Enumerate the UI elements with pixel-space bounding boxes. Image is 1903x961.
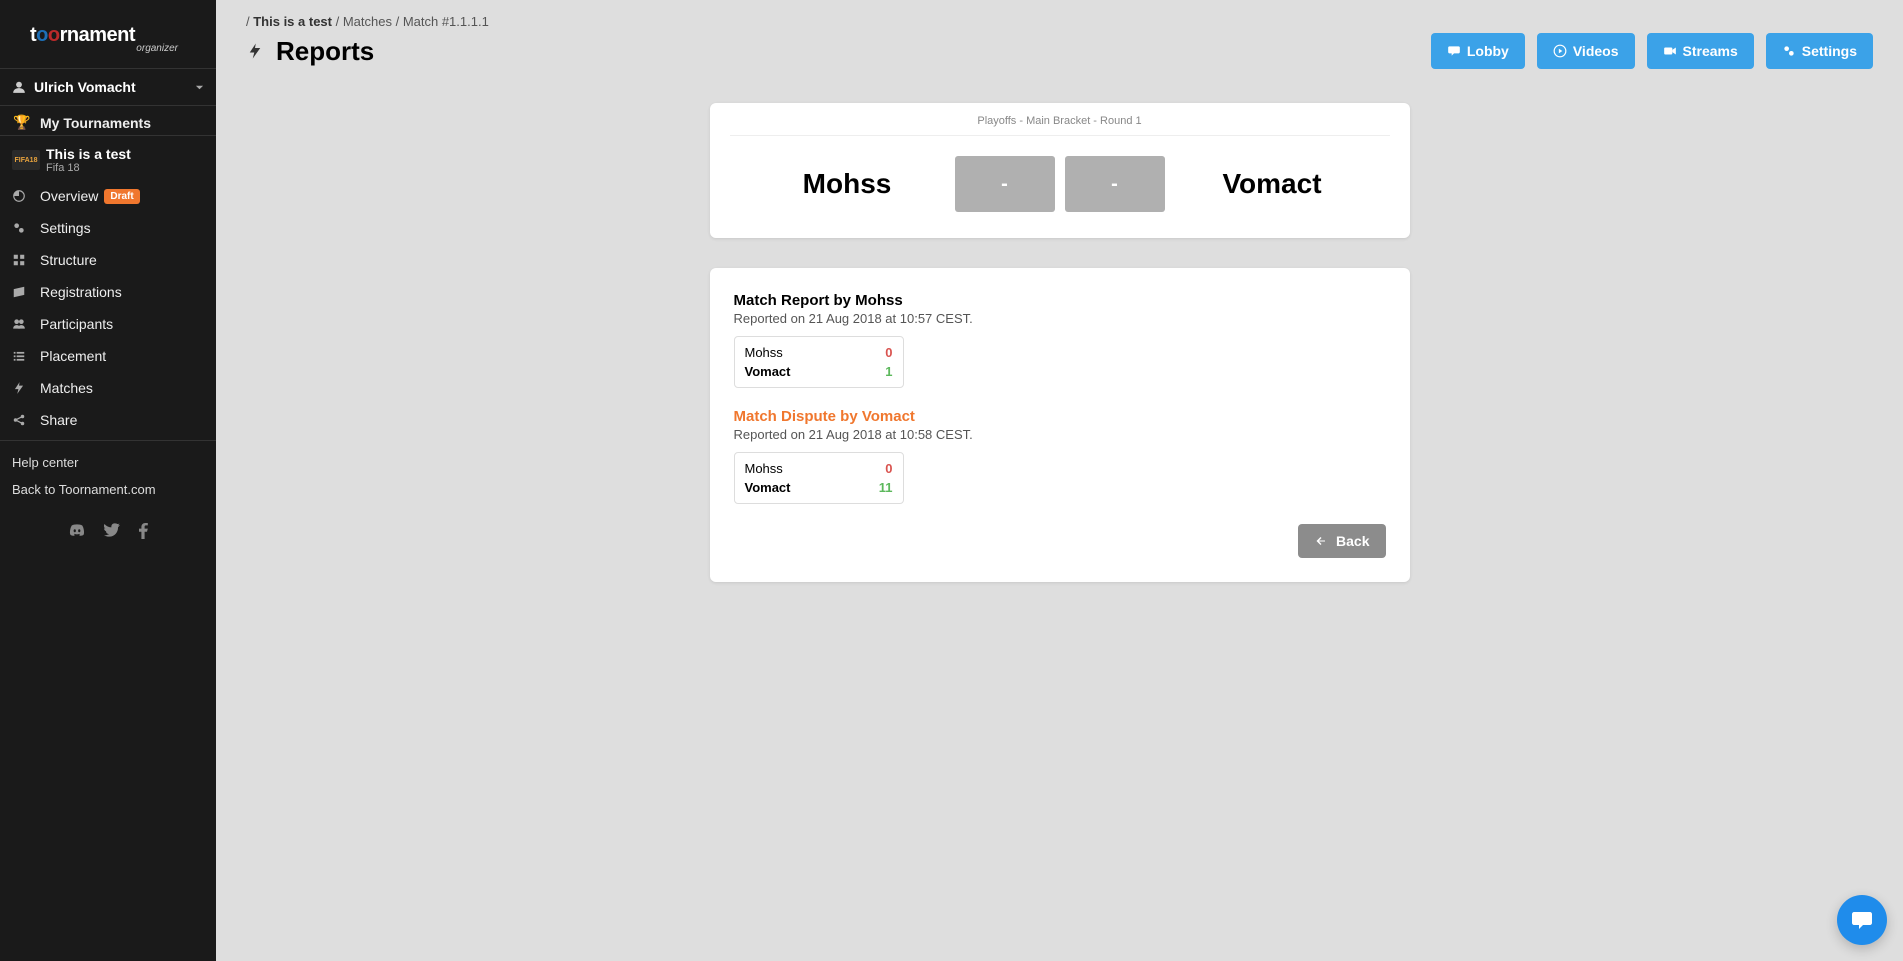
page-header: / This is a test / Matches / Match #1.1.… (216, 0, 1903, 83)
gears-icon (1782, 44, 1796, 58)
player-score: 1 (885, 364, 892, 379)
nav-label: Settings (40, 220, 91, 236)
score-table: Mohss 0 Vomact 1 (734, 336, 904, 388)
round-label: Playoffs - Main Bracket - Round 1 (730, 115, 1390, 136)
chat-icon (1447, 44, 1461, 58)
tournament-item[interactable]: FIFA18 This is a test Fifa 18 (0, 140, 216, 180)
match-card: Playoffs - Main Bracket - Round 1 Mohss … (710, 103, 1410, 238)
list-icon (12, 349, 32, 363)
score-row: Vomact 1 (745, 362, 893, 381)
report-timestamp: Reported on 21 Aug 2018 at 10:58 CEST. (734, 427, 1386, 442)
player-score: 11 (879, 480, 893, 495)
nav-settings[interactable]: Settings (0, 212, 216, 244)
player-name: Vomact (745, 480, 791, 495)
breadcrumb-section[interactable]: Matches (343, 14, 392, 29)
team1-name: Mohss (750, 168, 945, 200)
logo[interactable]: toornament organizer (0, 0, 216, 68)
sidebar: toornament organizer Ulrich Vomacht 🏆 My… (0, 0, 216, 961)
score-table: Mohss 0 Vomact 11 (734, 452, 904, 504)
breadcrumb-match[interactable]: Match #1.1.1.1 (403, 14, 489, 29)
nav-label: My Tournaments (40, 115, 151, 131)
nav-share[interactable]: Share (0, 404, 216, 436)
lobby-button[interactable]: Lobby (1431, 33, 1525, 69)
player-name: Vomact (745, 364, 791, 379)
button-label: Videos (1573, 43, 1619, 59)
play-icon (1553, 44, 1567, 58)
nav-label: Participants (40, 316, 113, 332)
twitter-icon[interactable] (104, 523, 120, 539)
user-icon (12, 80, 26, 94)
team1-score: - (955, 156, 1055, 212)
gears-icon (12, 221, 32, 235)
trophy-icon: 🏆 (12, 114, 32, 131)
share-icon (12, 413, 32, 427)
nav-label: Share (40, 412, 77, 428)
game-icon: FIFA18 (12, 150, 40, 170)
draft-badge: Draft (104, 189, 139, 204)
action-buttons: Lobby Videos Streams Settings (1431, 33, 1873, 69)
dispute-block: Match Dispute by Vomact Reported on 21 A… (734, 408, 1386, 504)
arrow-left-icon (1314, 535, 1328, 547)
bolt-icon (12, 381, 32, 395)
button-label: Streams (1683, 43, 1738, 59)
report-timestamp: Reported on 21 Aug 2018 at 10:57 CEST. (734, 311, 1386, 326)
score-row: Mohss 0 (745, 343, 893, 362)
nav-structure[interactable]: Structure (0, 244, 216, 276)
tournament-title: This is a test (46, 146, 131, 162)
breadcrumb-tournament[interactable]: This is a test (253, 14, 332, 29)
nav-my-tournaments[interactable]: 🏆 My Tournaments (0, 106, 216, 136)
videos-button[interactable]: Videos (1537, 33, 1635, 69)
page-title-text: Reports (276, 36, 374, 67)
button-label: Settings (1802, 43, 1857, 59)
ticket-icon (12, 285, 32, 299)
nav-placement[interactable]: Placement (0, 340, 216, 372)
chat-widget[interactable] (1837, 895, 1887, 945)
users-icon (12, 317, 32, 331)
user-menu[interactable]: Ulrich Vomacht (0, 68, 216, 106)
chevron-down-icon (195, 83, 204, 92)
grid-icon (12, 253, 32, 267)
team2-score: - (1065, 156, 1165, 212)
breadcrumb: / This is a test / Matches / Match #1.1.… (246, 14, 1873, 29)
reports-card: Match Report by Mohss Reported on 21 Aug… (710, 268, 1410, 582)
social-links (0, 511, 216, 551)
nav-label: Structure (40, 252, 97, 268)
user-name: Ulrich Vomacht (34, 79, 195, 95)
player-name: Mohss (745, 345, 783, 360)
camera-icon (1663, 44, 1677, 58)
score-row: Mohss 0 (745, 459, 893, 478)
nav-label: Registrations (40, 284, 122, 300)
button-label: Back (1336, 533, 1369, 549)
nav-matches[interactable]: Matches (0, 372, 216, 404)
player-score: 0 (885, 345, 892, 360)
dispute-title: Match Dispute by Vomact (734, 408, 1386, 425)
footer-links: Help center Back to Toornament.com (0, 440, 216, 511)
report-block: Match Report by Mohss Reported on 21 Aug… (734, 292, 1386, 388)
nav-label: Overview (40, 188, 98, 204)
nav-overview[interactable]: Overview Draft (0, 180, 216, 212)
help-center-link[interactable]: Help center (12, 449, 204, 476)
nav-label: Matches (40, 380, 93, 396)
bolt-icon (246, 39, 264, 63)
back-to-site-link[interactable]: Back to Toornament.com (12, 476, 204, 503)
nav-label: Placement (40, 348, 106, 364)
main-content: / This is a test / Matches / Match #1.1.… (216, 0, 1903, 961)
tournament-game: Fifa 18 (46, 162, 131, 174)
page-title: Reports (246, 36, 374, 67)
score-row: Vomact 11 (745, 478, 893, 497)
button-label: Lobby (1467, 43, 1509, 59)
facebook-icon[interactable] (138, 523, 148, 539)
nav-participants[interactable]: Participants (0, 308, 216, 340)
dashboard-icon (12, 189, 32, 203)
player-score: 0 (885, 461, 892, 476)
discord-icon[interactable] (68, 523, 86, 539)
team2-name: Vomact (1175, 168, 1370, 200)
back-button[interactable]: Back (1298, 524, 1385, 558)
settings-button[interactable]: Settings (1766, 33, 1873, 69)
report-title: Match Report by Mohss (734, 292, 1386, 309)
nav-registrations[interactable]: Registrations (0, 276, 216, 308)
player-name: Mohss (745, 461, 783, 476)
streams-button[interactable]: Streams (1647, 33, 1754, 69)
